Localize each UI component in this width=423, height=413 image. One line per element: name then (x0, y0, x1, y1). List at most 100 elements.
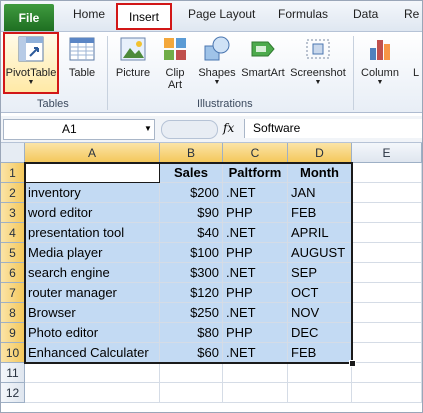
column-header-b[interactable]: B (160, 143, 223, 163)
row-header-11[interactable]: 11 (1, 363, 25, 383)
cell-e12[interactable] (352, 383, 422, 403)
cell-c2[interactable]: .NET (223, 183, 288, 203)
row-header-7[interactable]: 7 (1, 283, 25, 303)
shapes-button[interactable]: Shapes ▼ (195, 34, 239, 98)
cell-b11[interactable] (160, 363, 223, 383)
cell-d7[interactable]: OCT (288, 283, 352, 303)
cell-d1[interactable]: Month (288, 163, 352, 183)
cell-b2[interactable]: $200 (160, 183, 223, 203)
picture-button[interactable]: Picture (113, 34, 153, 98)
row-header-9[interactable]: 9 (1, 323, 25, 343)
cell-a2[interactable]: inventory (25, 183, 160, 203)
cell-a11[interactable] (25, 363, 160, 383)
chevron-down-icon[interactable]: ▼ (144, 124, 152, 133)
formula-bar-resize-handle[interactable] (161, 120, 218, 139)
cell-a5[interactable]: Media player (25, 243, 160, 263)
cell-d6[interactable]: SEP (288, 263, 352, 283)
cell-d8[interactable]: NOV (288, 303, 352, 323)
fill-handle[interactable] (349, 360, 356, 367)
cell-a7[interactable]: router manager (25, 283, 160, 303)
cell-d4[interactable]: APRIL (288, 223, 352, 243)
row-header-6[interactable]: 6 (1, 263, 25, 283)
cell-b3[interactable]: $90 (160, 203, 223, 223)
tab-review[interactable]: Re (404, 7, 419, 21)
cell-c12[interactable] (223, 383, 288, 403)
cell-a8[interactable]: Browser (25, 303, 160, 323)
cell-a12[interactable] (25, 383, 160, 403)
cell-b12[interactable] (160, 383, 223, 403)
clipart-button[interactable]: Clip Art (158, 34, 192, 98)
cell-b6[interactable]: $300 (160, 263, 223, 283)
cell-b7[interactable]: $120 (160, 283, 223, 303)
row-header-12[interactable]: 12 (1, 383, 25, 403)
column-chart-button[interactable]: Column ▼ (357, 34, 403, 98)
cell-b1[interactable]: Sales (160, 163, 223, 183)
cell-c5[interactable]: PHP (223, 243, 288, 263)
smartart-button[interactable]: SmartArt (240, 34, 286, 98)
column-header-e[interactable]: E (352, 143, 422, 163)
cell-c4[interactable]: .NET (223, 223, 288, 243)
cell-e9[interactable] (352, 323, 422, 343)
row-header-10[interactable]: 10 (1, 343, 25, 363)
cell-d5[interactable]: AUGUST (288, 243, 352, 263)
cell-a3[interactable]: word editor (25, 203, 160, 223)
cell-d10[interactable]: FEB (288, 343, 352, 363)
cell-d9[interactable]: DEC (288, 323, 352, 343)
cell-c10[interactable]: .NET (223, 343, 288, 363)
cell-a4[interactable]: presentation tool (25, 223, 160, 243)
cell-c8[interactable]: .NET (223, 303, 288, 323)
cell-e3[interactable] (352, 203, 422, 223)
column-header-a[interactable]: A (25, 143, 160, 163)
tab-page-layout[interactable]: Page Layout (188, 7, 255, 21)
table-button[interactable]: Table (63, 34, 101, 98)
cell-d2[interactable]: JAN (288, 183, 352, 203)
select-all-corner[interactable] (1, 143, 25, 163)
cell-c11[interactable] (223, 363, 288, 383)
tab-data[interactable]: Data (353, 7, 378, 21)
cell-c9[interactable]: PHP (223, 323, 288, 343)
fx-icon[interactable]: fx (223, 121, 234, 135)
column-header-c[interactable]: C (223, 143, 288, 163)
row-header-2[interactable]: 2 (1, 183, 25, 203)
cell-e7[interactable] (352, 283, 422, 303)
cell-a9[interactable]: Photo editor (25, 323, 160, 343)
row-header-4[interactable]: 4 (1, 223, 25, 243)
cell-d11[interactable] (288, 363, 352, 383)
cell-c6[interactable]: .NET (223, 263, 288, 283)
name-box[interactable]: A1 ▼ (3, 119, 155, 140)
cell-c1[interactable]: Paltform (223, 163, 288, 183)
cell-e8[interactable] (352, 303, 422, 323)
cell-a6[interactable]: search engine (25, 263, 160, 283)
cell-a10[interactable]: Enhanced Calculater (25, 343, 160, 363)
cell-b9[interactable]: $80 (160, 323, 223, 343)
cell-c7[interactable]: PHP (223, 283, 288, 303)
formula-input[interactable]: Software (244, 119, 422, 138)
line-chart-button[interactable]: L (409, 34, 422, 98)
row-header-3[interactable]: 3 (1, 203, 25, 223)
cell-c3[interactable]: PHP (223, 203, 288, 223)
cell-e11[interactable] (352, 363, 422, 383)
cell-e10[interactable] (352, 343, 422, 363)
cell-e1[interactable] (352, 163, 422, 183)
screenshot-button[interactable]: Screenshot ▼ (288, 34, 348, 98)
tab-formulas[interactable]: Formulas (278, 7, 328, 21)
row-header-5[interactable]: 5 (1, 243, 25, 263)
cell-b4[interactable]: $40 (160, 223, 223, 243)
column-header-d[interactable]: D (288, 143, 352, 163)
row-header-1[interactable]: 1 (1, 163, 25, 183)
tab-file[interactable]: File (4, 4, 54, 31)
cell-d3[interactable]: FEB (288, 203, 352, 223)
pivottable-button[interactable]: PivotTable ▼ (3, 34, 59, 98)
cell-a1[interactable]: Software (25, 163, 160, 183)
tab-home[interactable]: Home (73, 7, 105, 21)
cell-b8[interactable]: $250 (160, 303, 223, 323)
cell-b5[interactable]: $100 (160, 243, 223, 263)
row-header-8[interactable]: 8 (1, 303, 25, 323)
tab-insert[interactable]: Insert (116, 3, 172, 30)
cell-b10[interactable]: $60 (160, 343, 223, 363)
cell-e2[interactable] (352, 183, 422, 203)
cell-d12[interactable] (288, 383, 352, 403)
cell-e6[interactable] (352, 263, 422, 283)
cell-e5[interactable] (352, 243, 422, 263)
cell-e4[interactable] (352, 223, 422, 243)
